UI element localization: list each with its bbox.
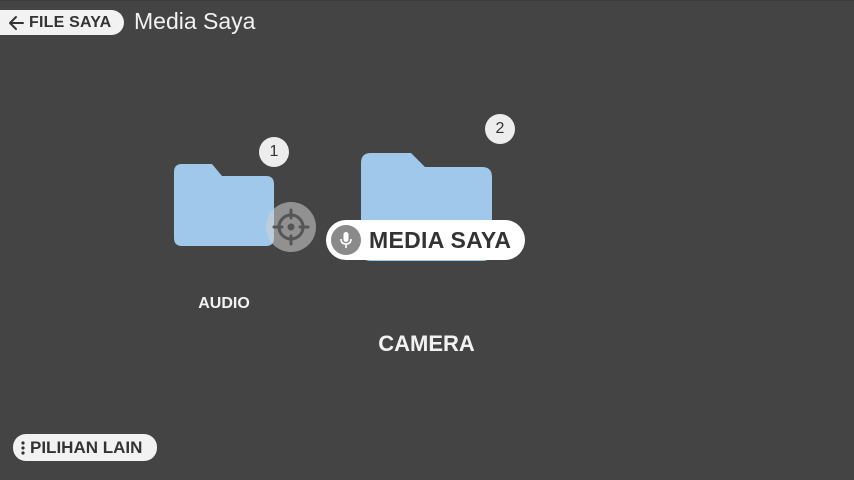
crosshair-icon <box>272 208 310 246</box>
voice-command-text: MEDIA SAYA <box>369 226 512 253</box>
microphone-icon <box>331 225 361 255</box>
folder-icon <box>174 164 274 246</box>
folder-camera-badge: 2 <box>485 114 515 144</box>
crosshair-cursor <box>266 202 316 252</box>
folder-camera-label[interactable]: CAMERA <box>361 331 492 357</box>
more-options-button[interactable]: PILIHAN LAIN <box>13 434 157 461</box>
back-button-label: FILE SAYA <box>29 13 112 31</box>
voice-command-hint: MEDIA SAYA <box>326 220 525 260</box>
folder-audio[interactable] <box>174 164 274 246</box>
top-divider <box>0 0 854 1</box>
folder-audio-badge: 1 <box>259 137 289 167</box>
back-button[interactable]: FILE SAYA <box>0 10 124 35</box>
more-vert-icon <box>21 440 25 455</box>
folder-audio-label[interactable]: AUDIO <box>174 295 274 313</box>
more-options-label: PILIHAN LAIN <box>30 437 143 457</box>
arrow-left-icon <box>9 15 24 30</box>
page-title: Media Saya <box>134 8 256 34</box>
